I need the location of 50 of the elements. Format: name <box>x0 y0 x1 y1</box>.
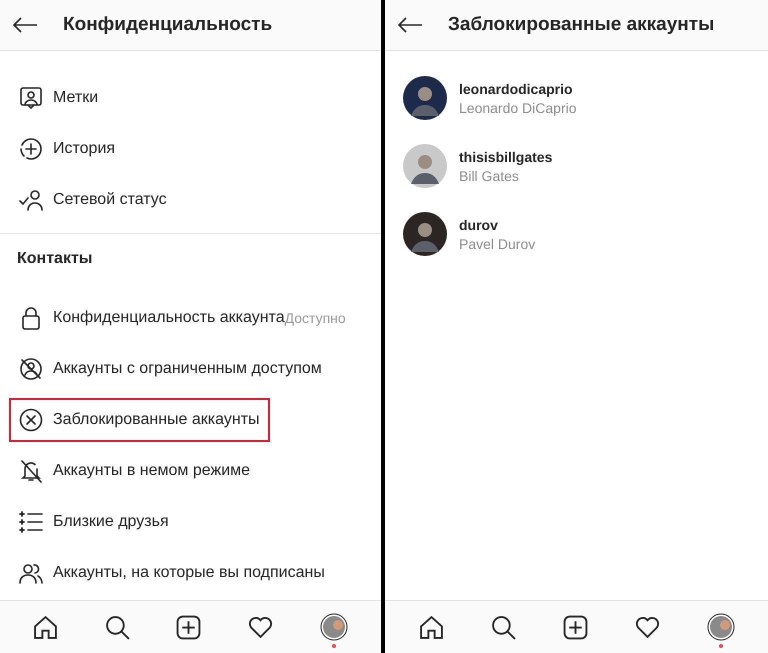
profile-avatar[interactable] <box>706 613 734 641</box>
item-label: Метки <box>53 88 98 106</box>
person-tag-icon <box>19 86 43 110</box>
full-name: Leonardo DiCaprio <box>459 100 577 116</box>
add-icon[interactable] <box>562 614 588 640</box>
settings-item[interactable]: Аккаунты в немом режиме <box>9 448 260 492</box>
item-label: Аккаунты с ограниченным доступом <box>53 360 322 378</box>
avatar[interactable] <box>403 76 447 120</box>
screen-title: Заблокированные аккаунты <box>448 14 714 36</box>
dashed-plus-circle-icon <box>19 136 43 160</box>
back-icon[interactable] <box>397 17 423 33</box>
settings-item[interactable]: Аккаунты с ограниченным доступом <box>9 346 332 390</box>
back-icon[interactable] <box>12 17 38 33</box>
full-name: Bill Gates <box>459 168 520 184</box>
settings-item[interactable]: Аккаунты, на которые вы подписаны <box>9 550 335 594</box>
x-circle-icon <box>19 408 43 432</box>
item-label: Сетевой статус <box>53 190 167 208</box>
add-icon[interactable] <box>176 614 202 640</box>
settings-item[interactable]: Метки <box>9 76 108 120</box>
section-heading: Контакты <box>16 249 94 268</box>
person-check-icon <box>19 188 43 212</box>
crossed-person-icon <box>19 356 43 380</box>
settings-item[interactable]: Заблокированные аккаунты <box>9 398 270 442</box>
item-label: Аккаунты в немом режиме <box>53 462 250 480</box>
search-icon[interactable] <box>490 614 516 640</box>
username[interactable]: thisisbillgates <box>459 148 552 164</box>
settings-item[interactable]: Близкие друзья <box>9 500 179 544</box>
lock-icon <box>19 306 43 330</box>
item-label: Аккаунты, на которые вы подписаны <box>53 564 325 582</box>
settings-item[interactable]: История <box>9 126 126 170</box>
full-name: Pavel Durov <box>459 236 536 252</box>
screen-title: Конфиденциальность <box>63 14 272 36</box>
settings-item[interactable]: Сетевой статус <box>9 178 177 222</box>
item-label: Конфиденциальность аккаунта <box>53 308 285 326</box>
heart-icon[interactable] <box>634 614 660 640</box>
item-label: Заблокированные аккаунты <box>53 410 260 428</box>
search-icon[interactable] <box>104 614 130 640</box>
username[interactable]: durov <box>459 216 536 232</box>
item-label: Близкие друзья <box>53 512 169 530</box>
muted-bell-icon <box>19 458 43 482</box>
home-icon[interactable] <box>33 614 58 640</box>
heart-icon[interactable] <box>248 614 274 640</box>
home-icon[interactable] <box>418 614 444 640</box>
settings-item[interactable]: Конфиденциальность аккаунтаДоступно <box>9 296 356 340</box>
avatar[interactable] <box>403 144 447 188</box>
item-value: Доступно <box>284 310 346 326</box>
profile-avatar[interactable] <box>320 613 348 641</box>
item-label: История <box>53 140 116 158</box>
username[interactable]: leonardodicaprio <box>459 80 577 96</box>
avatar[interactable] <box>403 212 447 256</box>
